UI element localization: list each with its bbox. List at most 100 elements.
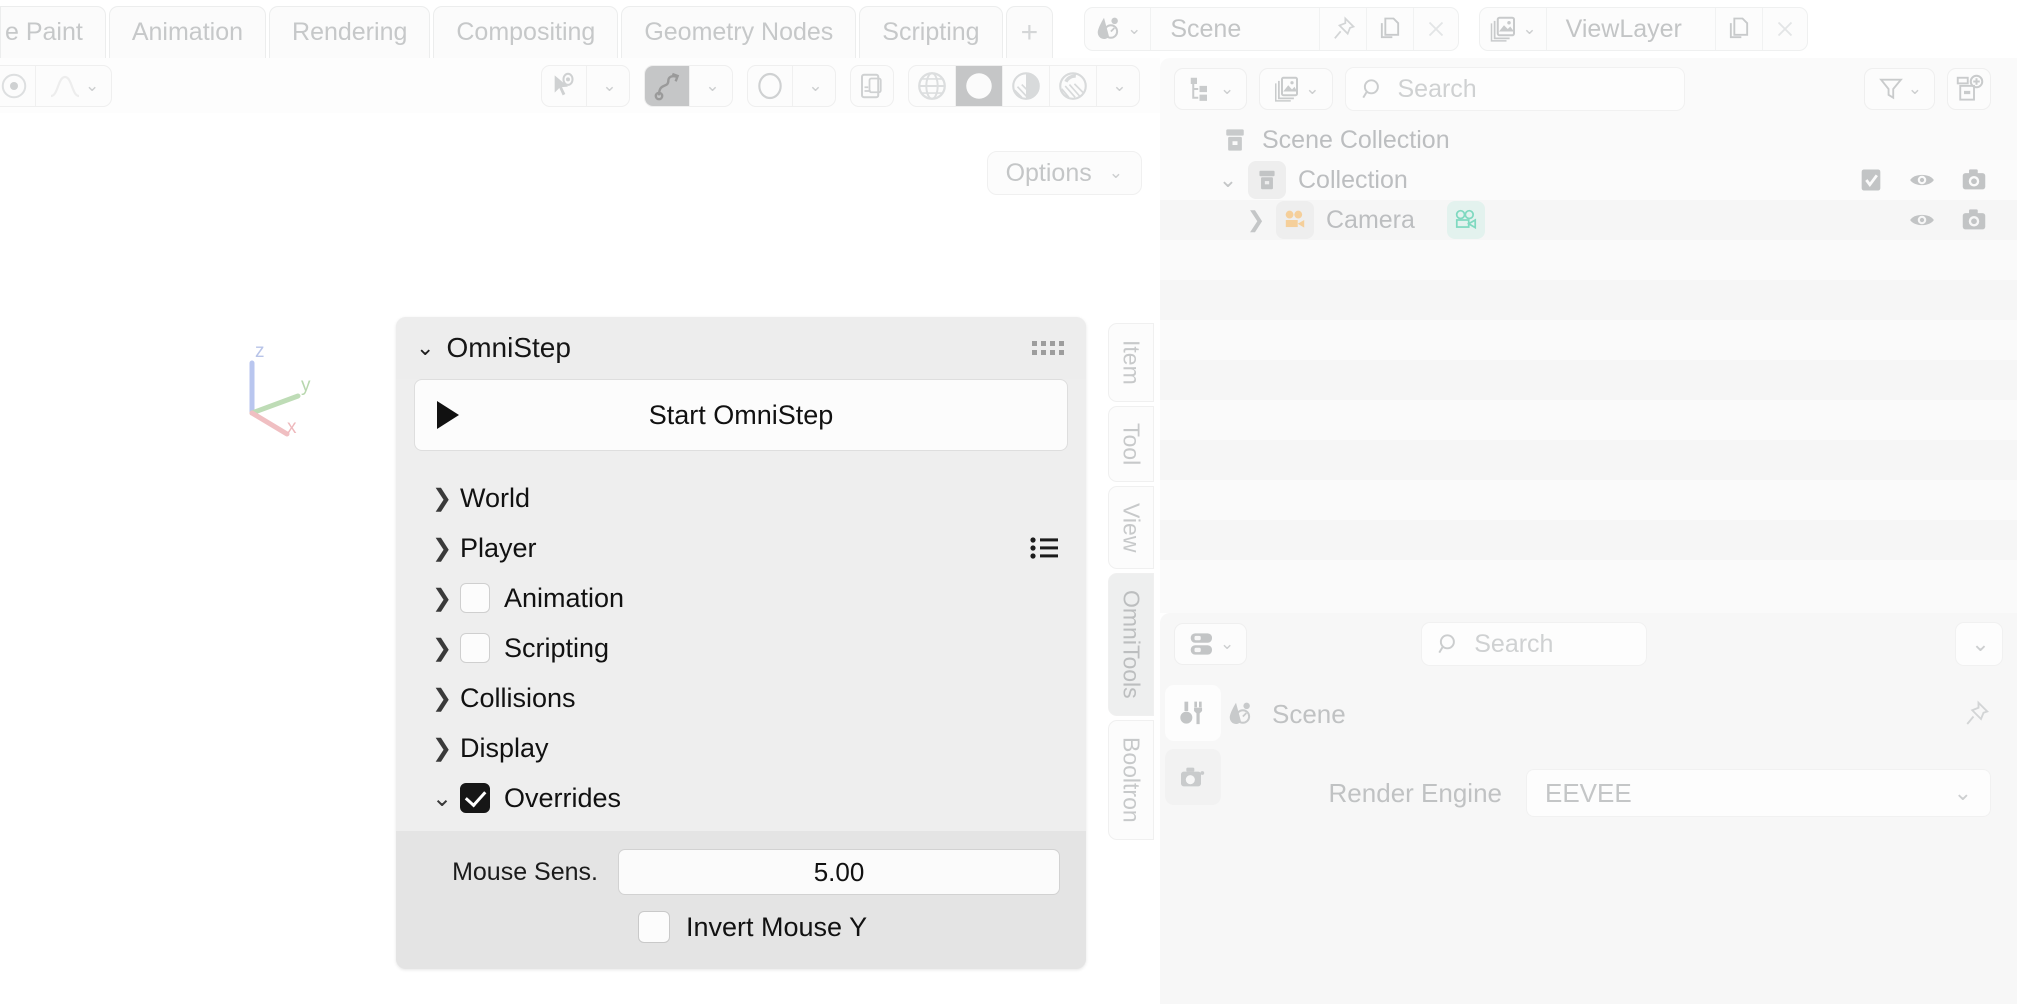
- outliner-row-scene-collection[interactable]: Scene Collection: [1160, 120, 2017, 160]
- chevron-down-icon: ⌄: [808, 75, 823, 95]
- funnel-icon[interactable]: ⌄: [1865, 69, 1934, 109]
- mouse-sensitivity-input[interactable]: 5.00: [618, 849, 1060, 895]
- start-omnistep-button[interactable]: Start OmniStep: [414, 379, 1068, 451]
- axis-gizmo[interactable]: z y x: [235, 341, 325, 441]
- scene-pin-button[interactable]: [1320, 8, 1368, 50]
- properties-search-placeholder: Search: [1474, 629, 1554, 658]
- pin-icon: [1329, 15, 1357, 43]
- shading-material-preview-button[interactable]: [1003, 65, 1050, 106]
- shading-rendered-button[interactable]: [1050, 65, 1097, 106]
- editor-type-icon[interactable]: [0, 65, 36, 106]
- camera-icon[interactable]: [1959, 205, 1989, 235]
- section-scripting[interactable]: ❯ Scripting: [414, 623, 1068, 673]
- chevron-down-icon: ⌄: [1971, 631, 1990, 656]
- snap-magnet-icon[interactable]: [645, 65, 690, 106]
- sidebar-tab-label: View: [1118, 502, 1145, 553]
- outliner-row-collection[interactable]: ⌄ Collection: [1160, 160, 2017, 200]
- shading-wireframe-button[interactable]: [909, 65, 956, 106]
- pin-icon[interactable]: [1961, 699, 1991, 729]
- outliner-filter-group: ⌄: [1863, 68, 1935, 110]
- render-engine-label: Render Engine: [1328, 777, 1502, 808]
- id-type-filter-icon[interactable]: ⌄: [1260, 69, 1331, 109]
- add-workspace-button[interactable]: +: [1005, 6, 1054, 58]
- workspace-tab-animation[interactable]: Animation: [108, 6, 267, 58]
- section-world[interactable]: ❯ World: [414, 473, 1068, 523]
- proportional-falloff-icon[interactable]: ⌄: [36, 66, 111, 106]
- camera-data-icon[interactable]: [1446, 201, 1485, 239]
- section-overrides[interactable]: ⌄ Overrides: [414, 773, 1068, 823]
- sidebar-tab-view[interactable]: View: [1108, 485, 1154, 570]
- properties-search-input[interactable]: Search: [1421, 622, 1648, 666]
- scene-datablock: ⌄ Scene: [1084, 7, 1460, 51]
- select-mode-dropdown[interactable]: ⌄: [587, 66, 629, 106]
- breadcrumb-label: Scene: [1272, 698, 1346, 729]
- scene-new-button[interactable]: [1367, 8, 1415, 50]
- section-overrides-checkbox[interactable]: [460, 783, 490, 813]
- section-animation-checkbox[interactable]: [460, 583, 490, 613]
- render-engine-dropdown[interactable]: EEVEE ⌄: [1526, 769, 1991, 817]
- view-layer-name-field[interactable]: ViewLayer: [1547, 8, 1716, 50]
- view-layer-unlink-button[interactable]: [1763, 8, 1807, 50]
- new-collection-icon[interactable]: [1948, 69, 1990, 109]
- properties-tab-render[interactable]: [1165, 749, 1221, 805]
- proportional-dropdown[interactable]: ⌄: [793, 66, 835, 106]
- sidebar-tab-omnitools[interactable]: OmniTools: [1108, 573, 1154, 717]
- overrides-content: Mouse Sens. 5.00 Invert Mouse Y: [396, 831, 1086, 969]
- proportional-edit-icon[interactable]: [748, 65, 793, 106]
- section-scripting-checkbox[interactable]: [460, 633, 490, 663]
- outliner-search-input[interactable]: Search: [1344, 67, 1685, 111]
- xray-icon[interactable]: [851, 66, 893, 106]
- workspace-tab-rendering[interactable]: Rendering: [269, 6, 431, 58]
- chevron-right-icon: ❯: [432, 534, 453, 562]
- drag-grip-icon[interactable]: [1032, 341, 1064, 355]
- section-animation[interactable]: ❯ Animation: [414, 573, 1068, 623]
- viewport-options-button[interactable]: Options ⌄: [986, 151, 1142, 195]
- search-icon: [1360, 76, 1386, 102]
- sidebar-tab-item[interactable]: Item: [1108, 323, 1154, 402]
- svg-text:z: z: [255, 341, 265, 362]
- workspace-tab-compositing[interactable]: Compositing: [433, 6, 619, 58]
- preset-list-icon[interactable]: [1028, 535, 1062, 561]
- outliner-empty-row: [1160, 280, 2017, 320]
- view-layer-new-button[interactable]: [1716, 8, 1763, 50]
- omnistep-panel: ⌄ OmniStep Start OmniStep ❯ World ❯ Play: [396, 317, 1086, 969]
- sidebar-tab-tool[interactable]: Tool: [1108, 405, 1154, 482]
- eye-icon[interactable]: [1907, 165, 1937, 195]
- chevron-down-icon[interactable]: ⌄: [1208, 167, 1248, 193]
- scene-name-field[interactable]: Scene: [1151, 8, 1321, 50]
- workspace-tab-texture-paint[interactable]: e Paint: [0, 6, 106, 58]
- properties-options-dropdown[interactable]: ⌄: [1955, 622, 2003, 666]
- viewport-3d[interactable]: Options ⌄ z y x ⌄ OmniStep Start OmniSte…: [0, 113, 1160, 1004]
- properties-tab-tool[interactable]: [1165, 685, 1221, 741]
- breadcrumb: Scene: [1226, 685, 2017, 743]
- camera-icon[interactable]: [1959, 165, 1989, 195]
- scene-browse-button[interactable]: ⌄: [1085, 8, 1152, 50]
- workspace-tab-geometry-nodes[interactable]: Geometry Nodes: [621, 6, 857, 58]
- chevron-down-icon: ⌄: [1112, 75, 1127, 95]
- invert-mouse-y-checkbox[interactable]: [638, 911, 670, 943]
- scene-unlink-button[interactable]: [1414, 8, 1458, 50]
- close-icon: [1772, 16, 1798, 42]
- section-collisions[interactable]: ❯ Collisions: [414, 673, 1068, 723]
- chevron-right-icon: ❯: [432, 584, 453, 612]
- section-player[interactable]: ❯ Player: [414, 523, 1068, 573]
- chevron-right-icon[interactable]: ❯: [1236, 207, 1276, 233]
- properties-editor: ⌄ Search ⌄ Scene Render Engine EEVEE ⌄: [1160, 613, 2017, 1004]
- checkbox-checked-icon[interactable]: [1857, 166, 1885, 194]
- section-display[interactable]: ❯ Display: [414, 723, 1068, 773]
- shading-dropdown[interactable]: ⌄: [1097, 66, 1139, 106]
- snap-dropdown[interactable]: ⌄: [690, 66, 732, 106]
- sidebar-tab-booltron[interactable]: Booltron: [1108, 720, 1154, 840]
- outliner-row-camera[interactable]: ❯ Camera: [1160, 200, 2017, 240]
- workspace-tab-scripting[interactable]: Scripting: [859, 6, 1003, 58]
- chevron-right-icon: ❯: [432, 634, 453, 662]
- viewport-header-right-tools: ⌄ ⌄ ⌄ ⌄: [541, 64, 1160, 107]
- shading-solid-button[interactable]: [956, 65, 1003, 106]
- select-tool-icon[interactable]: [542, 65, 587, 106]
- eye-icon[interactable]: [1907, 205, 1937, 235]
- outliner-display-mode-icon[interactable]: ⌄: [1175, 69, 1246, 109]
- view-layer-browse-button[interactable]: ⌄: [1480, 8, 1547, 50]
- omnistep-panel-header[interactable]: ⌄ OmniStep: [396, 317, 1086, 379]
- properties-editor-icon[interactable]: ⌄: [1175, 624, 1246, 664]
- proportional-edit-group: ⌄: [747, 64, 836, 107]
